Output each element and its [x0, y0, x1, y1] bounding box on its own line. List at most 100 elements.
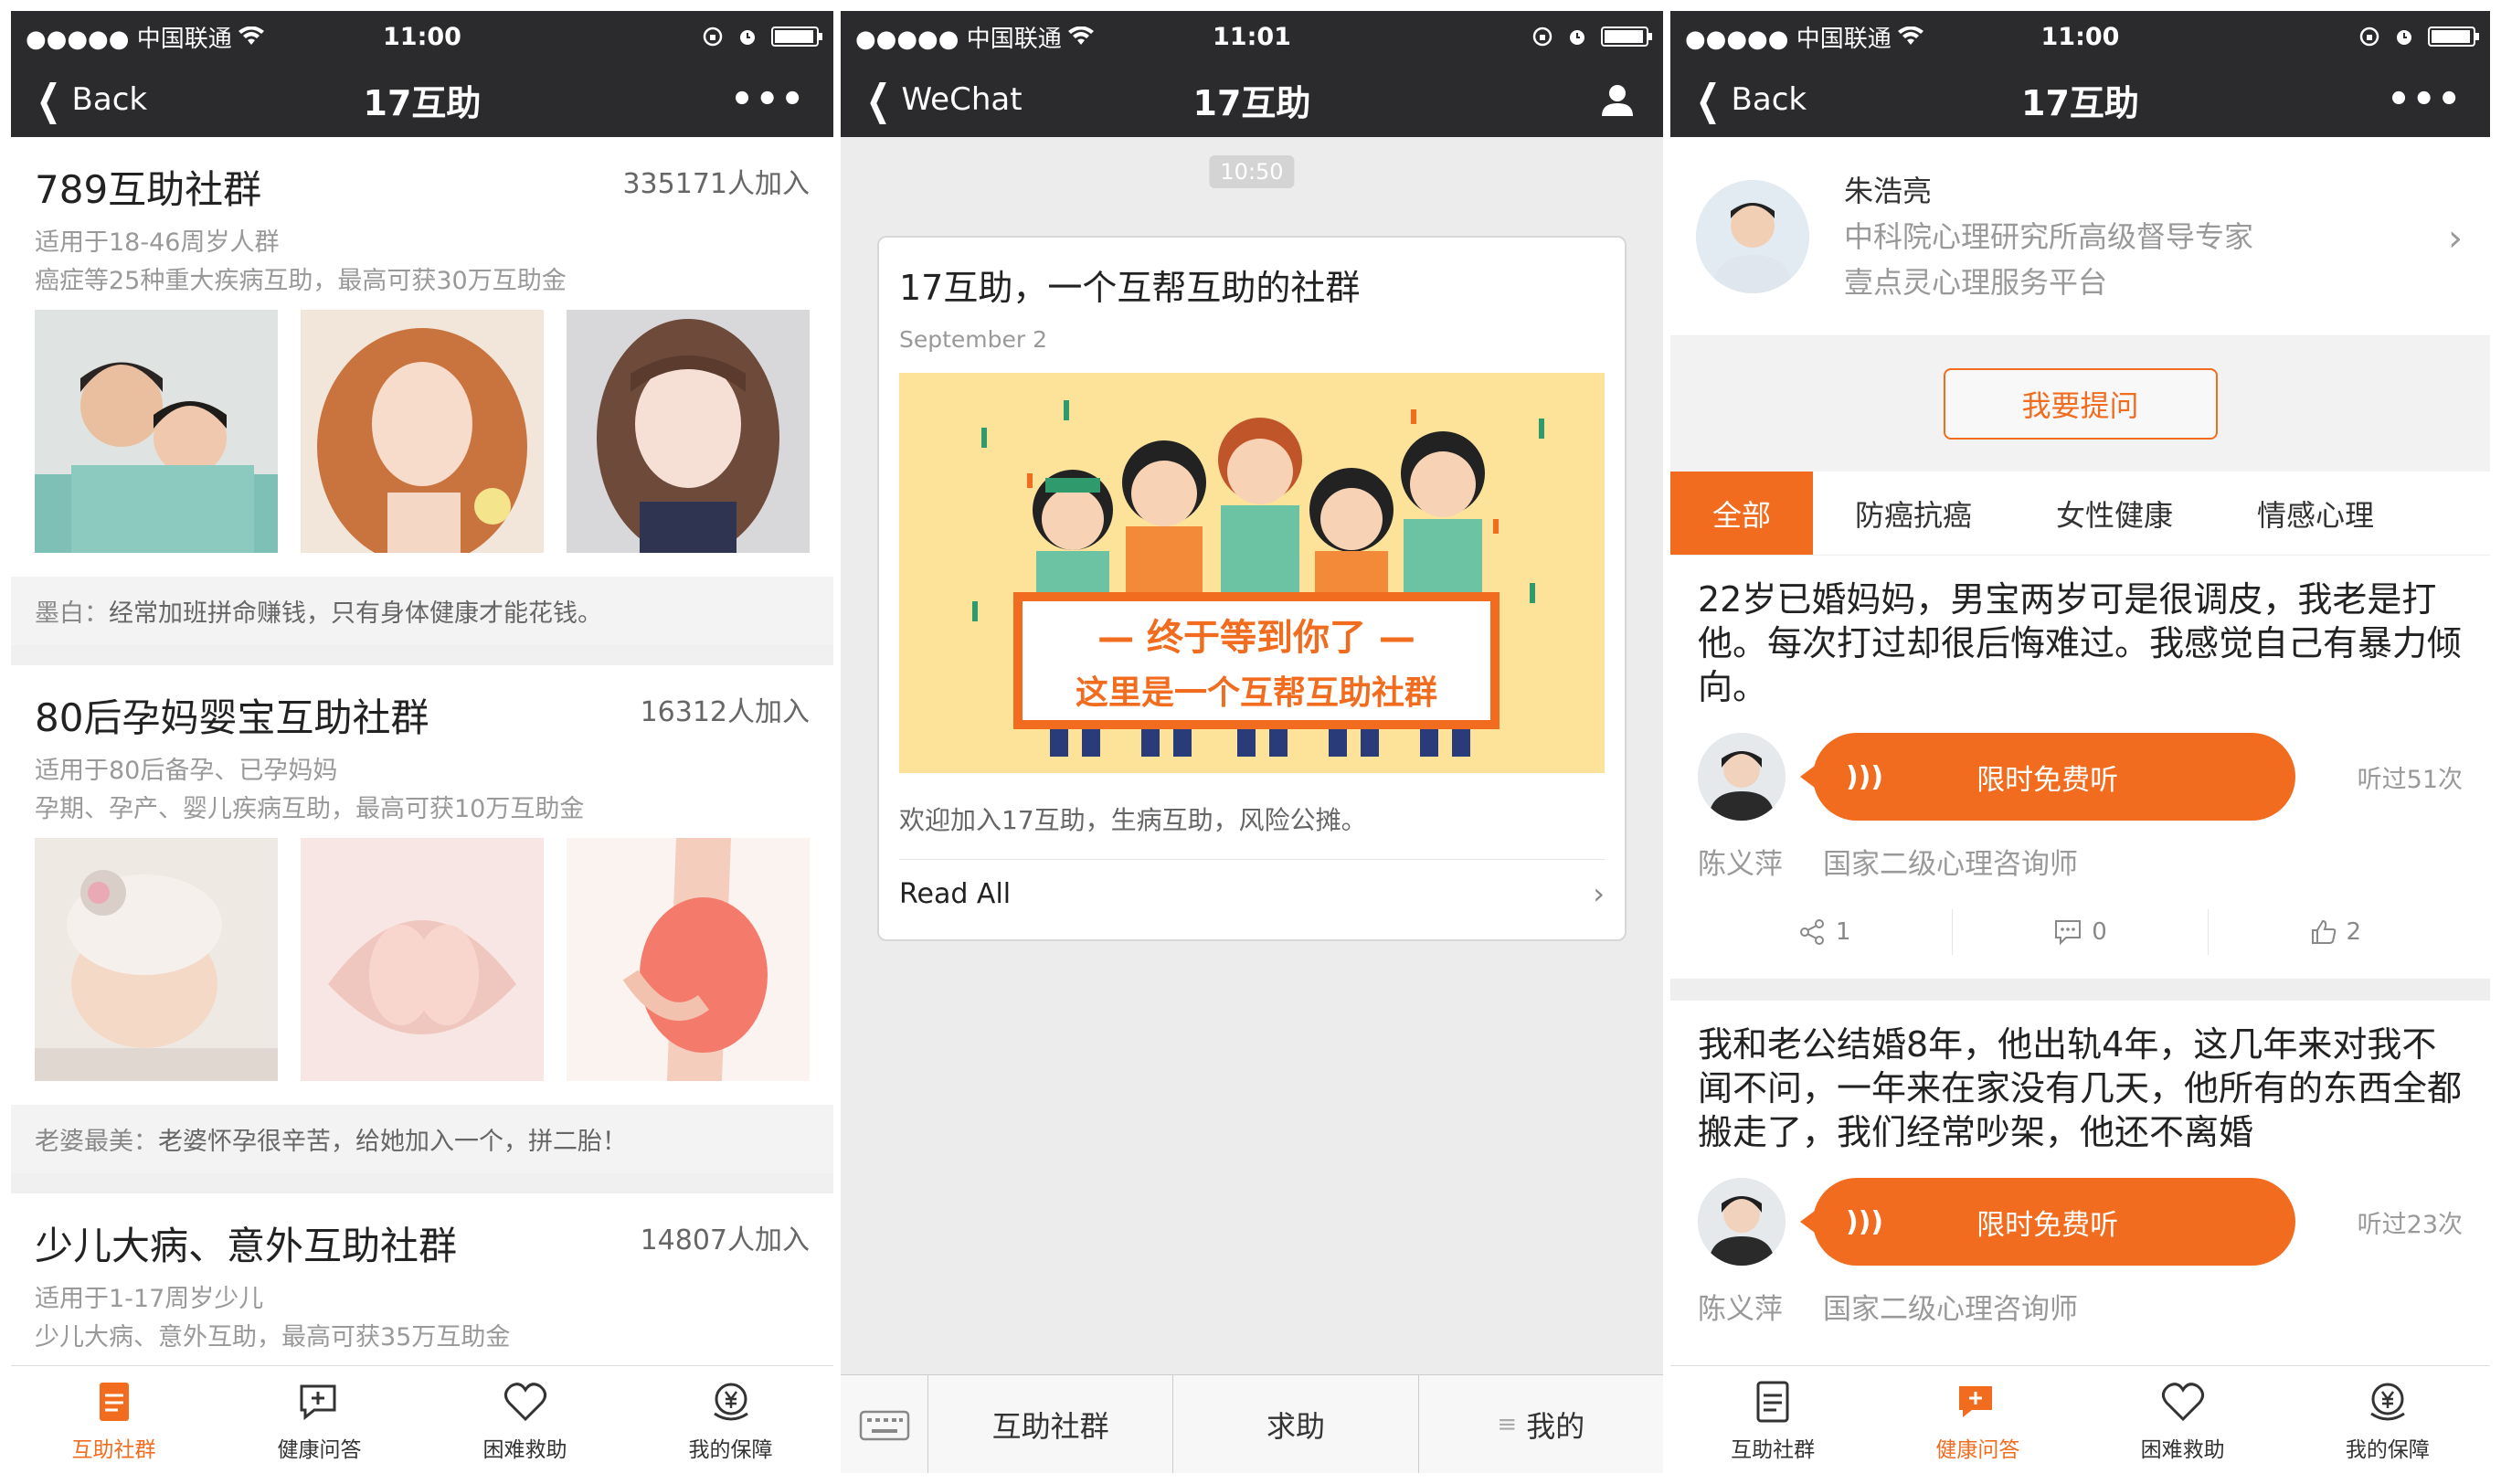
carrier: ●●●●● 中国联通	[1685, 25, 1892, 53]
more-button[interactable]: •••	[730, 79, 806, 121]
group-title: 80后孕妈婴宝互助社群	[35, 695, 429, 740]
group-photos	[35, 310, 810, 553]
carrier: ●●●●● 中国联通	[26, 25, 232, 53]
group-photos	[35, 838, 810, 1081]
group-card[interactable]: 80后孕妈婴宝互助社群 16312人加入 适用于80后备孕、已孕妈妈 孕期、孕产…	[11, 665, 833, 1193]
expert-profile[interactable]: 朱浩亮 中科院心理研究所高级督导专家 壹点灵心理服务平台 ›	[1670, 137, 2490, 336]
photo-pregnant	[567, 838, 810, 1081]
heart-icon	[2161, 1382, 2204, 1421]
question-item[interactable]: 22岁已婚妈妈，男宝两岁可是很调皮，我老是打他。每次打过却很后悔难过。我感觉自己…	[1670, 556, 2490, 1001]
ask-question-button[interactable]: 我要提问	[1943, 368, 2218, 440]
keyboard-toggle[interactable]	[841, 1375, 928, 1473]
group-description: 适用于1-17周岁少儿 少儿大病、意外互助，最高可获35万互助金	[35, 1285, 511, 1352]
submenu-icon: ≡	[1497, 1410, 1518, 1438]
photo-young-woman	[567, 310, 810, 553]
article-card[interactable]: 17互助，一个互帮互助的社群 September 2 — 终于等到你了 — 这里…	[877, 236, 1627, 941]
rotation-lock-icon	[2359, 26, 2379, 47]
page-title: 17互助	[2021, 82, 2139, 123]
like-button[interactable]: 2	[2209, 909, 2463, 955]
photo-couple	[35, 310, 278, 553]
expert-name: 朱浩亮	[1844, 173, 1933, 208]
carrier: ●●●●● 中国联通	[855, 25, 1062, 53]
message-area: 10:50 17互助，一个互帮互助的社群 September 2 — 终于等到你…	[841, 137, 1663, 1382]
navigation-bar: ❮ WeChat 17互助	[841, 62, 1663, 137]
tab-women-health[interactable]: 女性健康	[2014, 472, 2215, 555]
tab-relief[interactable]: 困难救助	[2081, 1366, 2285, 1473]
thumbs-up-icon	[2311, 919, 2336, 944]
answerer-role: 国家二级心理咨询师	[1823, 1293, 2078, 1326]
wifi-icon	[238, 26, 264, 45]
banner-subline: 这里是一个互帮互助社群	[1075, 674, 1437, 712]
question-actions: 1 0 2	[1698, 895, 2463, 970]
listen-button[interactable]: ))) 限时免费听	[1800, 1178, 2295, 1266]
tab-health-qa[interactable]: 健康问答	[217, 1366, 422, 1473]
rotation-lock-icon	[1532, 26, 1553, 47]
wifi-icon	[1067, 26, 1094, 45]
menu-groups[interactable]: 互助社群	[928, 1375, 1174, 1473]
chevron-left-icon: ❮	[865, 75, 891, 124]
photo-baby	[35, 838, 278, 1081]
more-button[interactable]: •••	[2387, 79, 2463, 121]
share-button[interactable]: 1	[1698, 909, 1954, 955]
back-button[interactable]: ❮ Back	[31, 79, 147, 121]
answerer-name: 陈义萍	[1698, 1293, 1783, 1326]
article-title: 17互助，一个互帮互助的社群	[899, 268, 1361, 308]
answerer-avatar	[1698, 733, 1786, 821]
listen-count: 听过51次	[2357, 765, 2463, 794]
tab-cancer[interactable]: 防癌抗癌	[1813, 472, 2014, 555]
question-item[interactable]: 我和老公结婚8年，他出轨4年，这几年来对我不闻不问，一年来在家没有几天，他所有的…	[1670, 1001, 2490, 1327]
keyboard-icon	[859, 1410, 909, 1440]
banner-headline: — 终于等到你了 —	[1097, 617, 1415, 659]
tab-relief[interactable]: 困难救助	[422, 1366, 628, 1473]
battery-icon	[771, 26, 822, 47]
article-date: September 2	[899, 326, 1048, 353]
listen-button[interactable]: ))) 限时免费听	[1800, 733, 2295, 821]
expert-title: 中科院心理研究所高级督导专家	[1844, 218, 2254, 254]
member-count: 14807人加入	[640, 1224, 810, 1256]
tab-groups[interactable]: 互助社群	[1670, 1366, 1875, 1473]
answerer-info: 陈义萍 国家二级心理咨询师	[1698, 841, 2463, 882]
comment-icon	[2055, 920, 2082, 946]
message-timestamp: 10:50	[1209, 155, 1295, 188]
yuan-shield-icon	[2370, 1383, 2405, 1420]
back-button[interactable]: ❮ WeChat	[861, 79, 1023, 121]
article-banner: — 终于等到你了 — 这里是一个互帮互助社群	[899, 373, 1605, 773]
menu-help[interactable]: 求助	[1173, 1375, 1419, 1473]
chevron-left-icon: ❮	[1695, 75, 1721, 124]
screen-groups: ●●●●● 中国联通 11:00 ❮ Back 17互助 ••• 789互助社群 …	[11, 11, 833, 1473]
testimonial: 老婆最美：老婆怀孕很辛苦，给她加入一个，拼二胎！	[11, 1105, 833, 1173]
menu-mine[interactable]: ≡ 我的	[1419, 1375, 1663, 1473]
page-title: 17互助	[1192, 82, 1311, 123]
alarm-icon	[740, 30, 755, 45]
group-card[interactable]: 789互助社群 335171人加入 适用于18-46周岁人群 癌症等25种重大疾…	[11, 137, 833, 665]
tab-groups[interactable]: 互助社群	[11, 1366, 217, 1473]
chevron-right-icon: ›	[2448, 217, 2463, 260]
tab-all[interactable]: 全部	[1670, 472, 1813, 555]
profile-icon[interactable]	[1599, 81, 1636, 118]
group-title: 少儿大病、意外互助社群	[35, 1224, 458, 1268]
clock: 11:00	[2040, 22, 2120, 51]
heart-icon	[503, 1382, 546, 1421]
comment-button[interactable]: 0	[1953, 909, 2209, 955]
tab-my-coverage[interactable]: 我的保障	[628, 1366, 833, 1473]
testimonial: 墨白：经常加班拼命赚钱，只有身体健康才能花钱。	[11, 577, 833, 645]
tab-my-coverage[interactable]: 我的保障	[2285, 1366, 2490, 1473]
clock: 11:00	[383, 22, 461, 51]
chat-plus-icon	[1959, 1385, 1993, 1417]
chat-plus-icon	[300, 1384, 335, 1420]
group-description: 适用于80后备孕、已孕妈妈 孕期、孕产、婴儿疾病互助，最高可获10万互助金	[35, 757, 585, 823]
status-bar: ●●●●● 中国联通 11:01	[841, 11, 1663, 62]
tab-health-qa[interactable]: 健康问答	[1875, 1366, 2080, 1473]
read-all-link[interactable]: Read All ›	[899, 876, 1605, 911]
group-description: 适用于18-46周岁人群 癌症等25种重大疾病互助，最高可获30万互助金	[35, 228, 567, 295]
back-button[interactable]: ❮ Back	[1690, 79, 1807, 121]
clock: 11:01	[1213, 22, 1291, 51]
group-card[interactable]: 少儿大病、意外互助社群 14807人加入 适用于1-17周岁少儿 少儿大病、意外…	[11, 1193, 833, 1357]
document-icon	[1756, 1381, 1789, 1422]
navigation-bar: ❮ Back 17互助 •••	[1670, 62, 2490, 137]
tab-emotional[interactable]: 情感心理	[2215, 472, 2416, 555]
photo-baby-feet	[301, 838, 544, 1081]
page-title: 17互助	[363, 82, 482, 123]
question-text: 22岁已婚妈妈，男宝两岁可是很调皮，我老是打他。每次打过却很后悔难过。我感觉自己…	[1698, 579, 2463, 707]
battery-icon	[2428, 26, 2479, 47]
